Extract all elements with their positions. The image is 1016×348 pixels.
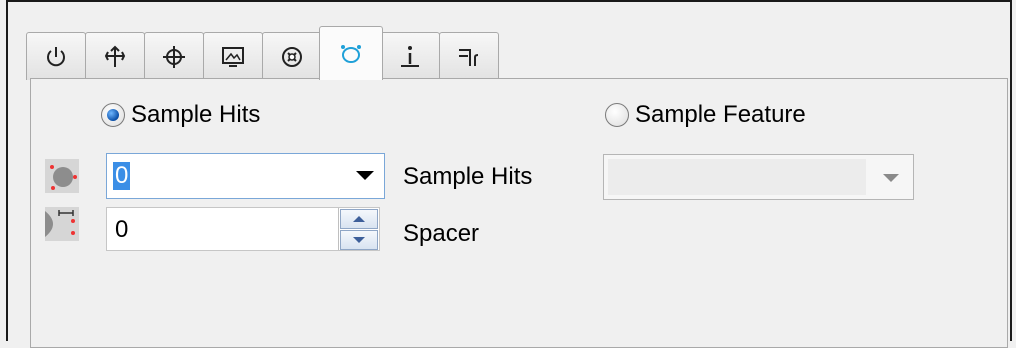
tab-fork[interactable] <box>439 32 499 80</box>
sample-hits-radio[interactable]: Sample Hits <box>101 101 260 129</box>
spin-down-button[interactable] <box>340 230 378 250</box>
radio-unselected-indicator <box>605 103 629 127</box>
chevron-down-icon[interactable] <box>356 171 374 180</box>
fork-icon <box>459 48 479 66</box>
tab-crosshair[interactable] <box>144 32 204 80</box>
spacer-icon <box>45 207 79 241</box>
radio-selected-indicator <box>101 103 125 127</box>
sample-points-icon <box>341 44 361 63</box>
tab-panel: Sample Hits Sample Feature 0 Sample Hits <box>30 78 1008 348</box>
info-icon <box>401 45 419 67</box>
spin-buttons <box>338 208 379 250</box>
target-circle-icon <box>282 46 302 67</box>
arrow-up-icon <box>353 216 365 222</box>
chevron-down-icon[interactable] <box>883 174 899 182</box>
sample-hits-label: Sample Hits <box>403 163 533 190</box>
sample-feature-radio[interactable]: Sample Feature <box>605 101 806 129</box>
sample-feature-combo-value <box>608 159 866 195</box>
spin-up-button[interactable] <box>340 209 378 229</box>
arrow-down-icon <box>353 237 365 243</box>
sample-hits-combo-value: 0 <box>113 162 131 190</box>
spacer-spinbox[interactable]: 0 <box>106 207 380 251</box>
tab-sample-points[interactable] <box>319 26 383 80</box>
window-frame: Sample Hits Sample Feature 0 Sample Hits <box>6 0 1012 348</box>
sample-hits-radio-label: Sample Hits <box>131 101 261 128</box>
sample-hits-combo[interactable]: 0 <box>106 153 385 199</box>
tab-move[interactable] <box>85 32 145 80</box>
power-icon <box>47 46 65 66</box>
tab-power[interactable] <box>26 32 86 80</box>
spacer-label: Spacer <box>403 220 480 247</box>
tab-target[interactable] <box>262 32 322 80</box>
spacer-value: 0 <box>115 216 129 243</box>
sample-feature-radio-label: Sample Feature <box>635 101 806 128</box>
move-arrows-icon <box>104 45 126 67</box>
tab-info[interactable] <box>380 32 440 80</box>
sample-feature-combo[interactable] <box>603 154 914 200</box>
tab-image[interactable] <box>203 32 263 80</box>
sample-hits-icon <box>45 159 79 193</box>
tab-strip <box>26 26 499 80</box>
image-icon <box>222 46 244 67</box>
crosshair-icon <box>163 45 185 68</box>
